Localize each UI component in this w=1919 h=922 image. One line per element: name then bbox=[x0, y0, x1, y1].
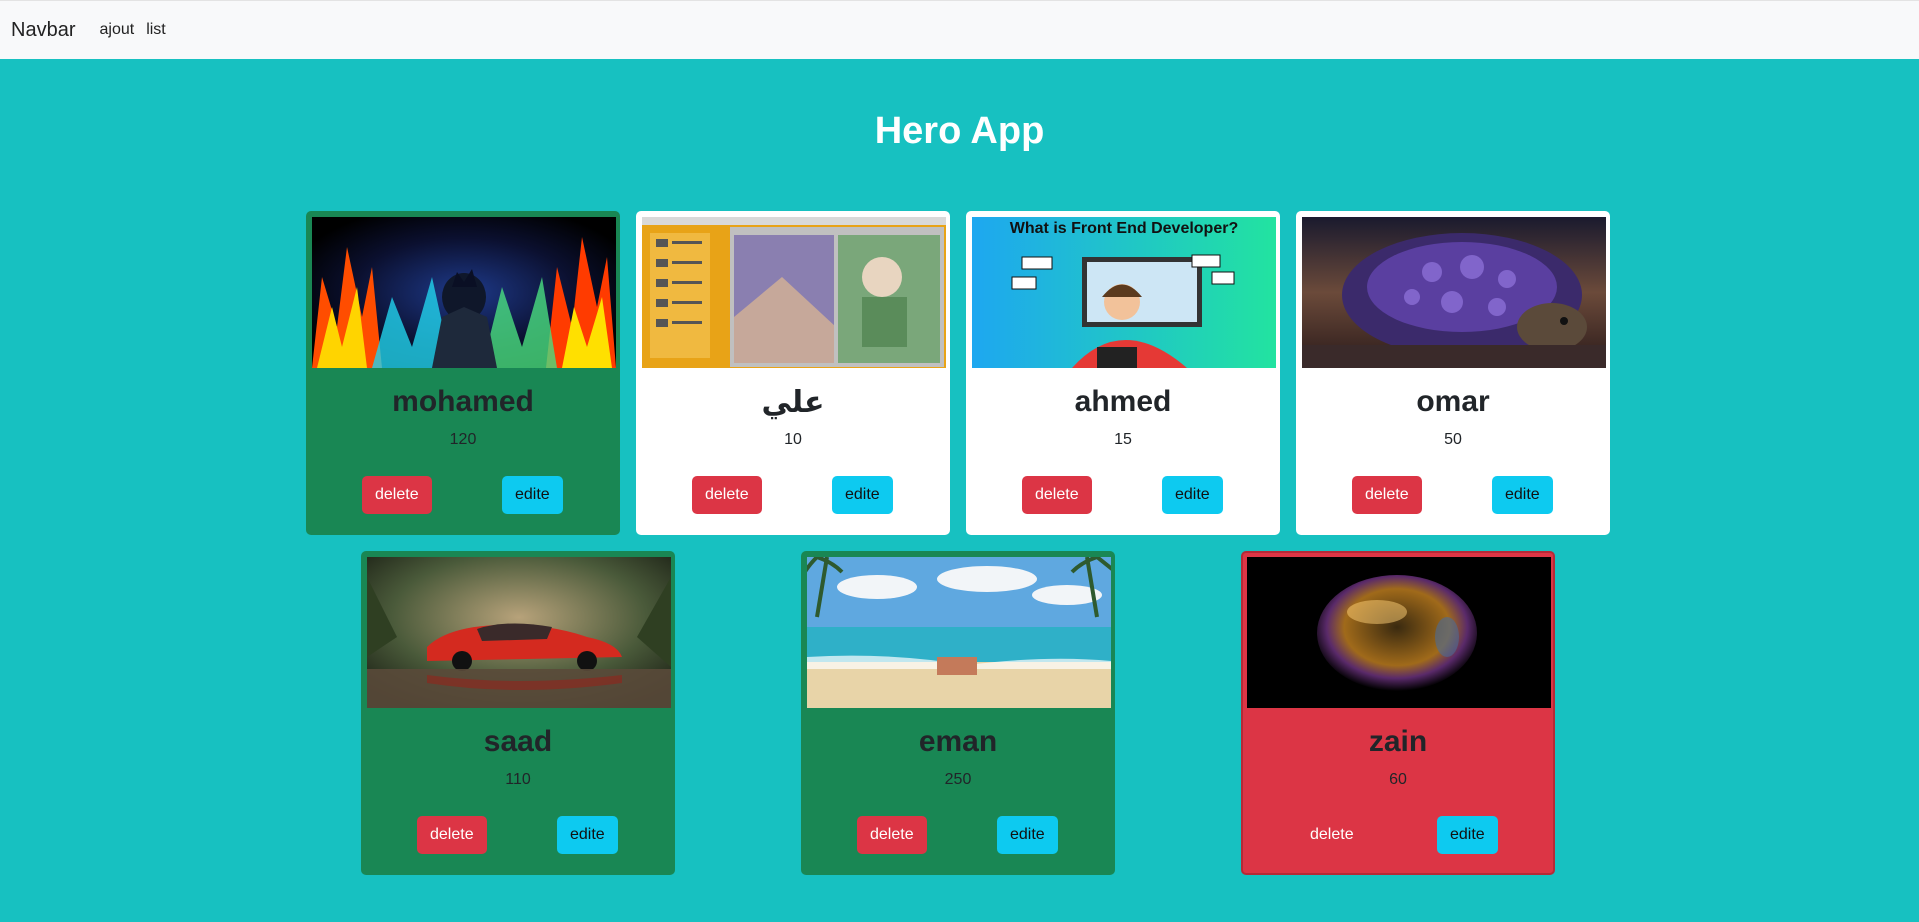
hero-power: 50 bbox=[1444, 431, 1462, 448]
hero-card: zain 60 delete edite bbox=[1241, 551, 1555, 875]
hero-card: mohamed 120 delete edite bbox=[306, 211, 620, 535]
hero-power: 250 bbox=[944, 771, 972, 788]
delete-button[interactable]: delete bbox=[857, 816, 927, 854]
hero-name: علي bbox=[761, 386, 825, 419]
hero-image-dark-warrior bbox=[312, 217, 616, 368]
hero-name: saad bbox=[483, 725, 553, 758]
delete-button[interactable]: delete bbox=[692, 476, 762, 514]
edit-button[interactable]: edite bbox=[1437, 816, 1498, 854]
hero-image-cosmic-turtle bbox=[1302, 217, 1606, 368]
hero-image-beach bbox=[807, 557, 1111, 708]
hero-card: علي 10 delete edite bbox=[636, 211, 950, 535]
hero-image-anime-desktop bbox=[642, 217, 946, 368]
hero-power: 15 bbox=[1114, 431, 1132, 448]
hero-name: ahmed bbox=[1074, 385, 1172, 418]
hero-card: saad 110 delete edite bbox=[361, 551, 675, 875]
navbar: Navbar ajout list bbox=[0, 0, 1919, 59]
hero-power: 10 bbox=[784, 431, 802, 448]
hero-image-red-car bbox=[367, 557, 671, 708]
hero-power: 60 bbox=[1389, 771, 1407, 788]
edit-button[interactable]: edite bbox=[1162, 476, 1223, 514]
image-caption: What is Front End Developer? bbox=[1010, 220, 1238, 237]
hero-card: eman 250 delete edite bbox=[801, 551, 1115, 875]
delete-button[interactable]: delete bbox=[1022, 476, 1092, 514]
delete-button[interactable]: delete bbox=[362, 476, 432, 514]
page-title: Hero App bbox=[874, 110, 1045, 152]
nav-link-ajout[interactable]: ajout bbox=[99, 21, 134, 39]
hero-name: mohamed bbox=[392, 385, 534, 418]
hero-card: What is Front End Developer? ahmed 15 de… bbox=[966, 211, 1280, 535]
hero-image-front-end-developer: What is Front End Developer? bbox=[972, 217, 1276, 368]
nav-link-list[interactable]: list bbox=[146, 21, 166, 39]
hero-image-soap-bubble bbox=[1247, 557, 1551, 708]
edit-button[interactable]: edite bbox=[997, 816, 1058, 854]
delete-button[interactable]: delete bbox=[417, 816, 487, 854]
edit-button[interactable]: edite bbox=[557, 816, 618, 854]
delete-button[interactable]: delete bbox=[1352, 476, 1422, 514]
hero-card: omar 50 delete edite bbox=[1296, 211, 1610, 535]
hero-name: omar bbox=[1416, 385, 1490, 418]
hero-power: 110 bbox=[505, 771, 531, 788]
hero-power: 120 bbox=[449, 431, 477, 448]
hero-name: eman bbox=[918, 725, 998, 758]
edit-button[interactable]: edite bbox=[502, 476, 563, 514]
navbar-brand[interactable]: Navbar bbox=[11, 19, 75, 42]
edit-button[interactable]: edite bbox=[1492, 476, 1553, 514]
edit-button[interactable]: edite bbox=[832, 476, 893, 514]
delete-button[interactable]: delete bbox=[1297, 816, 1367, 854]
hero-name: zain bbox=[1368, 725, 1428, 758]
